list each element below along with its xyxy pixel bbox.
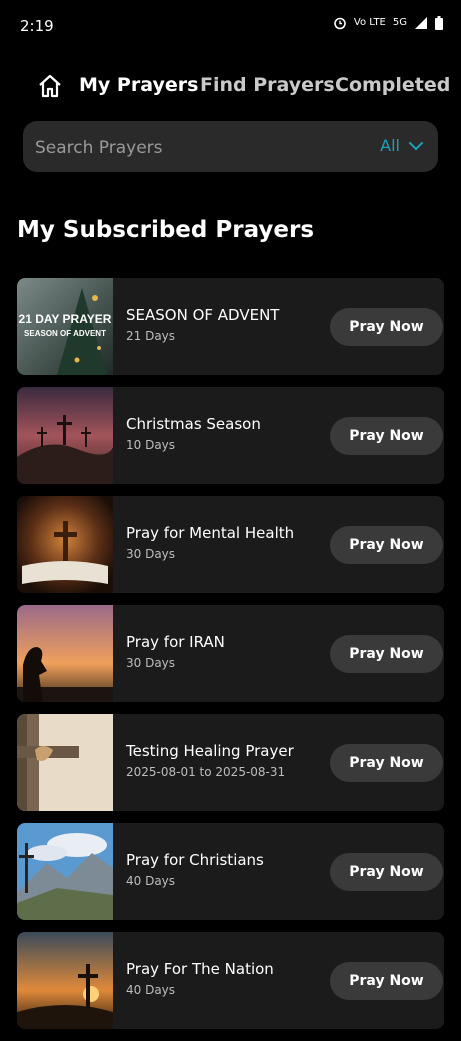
prayer-duration: 30 Days: [126, 547, 176, 561]
prayer-thumbnail: 21 DAY PRAYER SEASON OF ADVENT: [17, 278, 113, 375]
tab-completed[interactable]: Completed: [335, 74, 450, 96]
battery-icon: [435, 16, 443, 30]
tab-my-prayers[interactable]: My Prayers: [79, 74, 198, 96]
section-title: My Subscribed Prayers: [17, 217, 315, 243]
prayer-card[interactable]: Pray for IRAN 30 Days Pray Now: [17, 605, 444, 702]
chevron-down-icon: [409, 141, 423, 150]
pray-now-button[interactable]: Pray Now: [330, 962, 443, 1000]
thumb-subtitle-text: SEASON OF ADVENT: [24, 329, 106, 338]
prayer-title: Pray for Mental Health: [126, 524, 295, 542]
signal-icon: [415, 17, 427, 29]
thumb-title-text: 21 DAY PRAYER: [19, 312, 112, 326]
prayer-thumbnail: [17, 605, 113, 702]
network-label: Vo LTE: [353, 17, 386, 28]
prayer-thumbnail: [17, 714, 113, 811]
prayer-card[interactable]: Pray for Mental Health 30 Days Pray Now: [17, 496, 444, 593]
pray-now-button[interactable]: Pray Now: [330, 417, 443, 455]
prayer-thumbnail: [17, 387, 113, 484]
prayer-card[interactable]: 21 DAY PRAYER SEASON OF ADVENT SEASON OF…: [17, 278, 444, 375]
search-bar: All: [23, 121, 438, 174]
status-icons: Vo LTE 5G: [333, 16, 443, 30]
prayer-duration: 40 Days: [126, 874, 176, 888]
prayer-thumbnail: [17, 932, 113, 1029]
prayer-card[interactable]: Pray For The Nation 40 Days Pray Now: [17, 932, 444, 1029]
tab-find-prayers[interactable]: Find Prayers: [200, 74, 335, 96]
prayer-thumbnail: [17, 823, 113, 920]
prayer-title: Christmas Season: [126, 415, 261, 433]
pray-now-button[interactable]: Pray Now: [330, 308, 443, 346]
top-nav: My Prayers Find Prayers Completed: [0, 62, 461, 110]
prayer-card[interactable]: Pray for Christians 40 Days Pray Now: [17, 823, 444, 920]
home-icon[interactable]: [36, 72, 64, 100]
prayer-card[interactable]: Testing Healing Prayer 2025-08-01 to 202…: [17, 714, 444, 811]
pray-now-button[interactable]: Pray Now: [330, 744, 443, 782]
filter-dropdown[interactable]: All: [380, 136, 424, 155]
status-time: 2:19: [20, 17, 54, 35]
pray-now-button[interactable]: Pray Now: [330, 635, 443, 673]
pray-now-button[interactable]: Pray Now: [330, 853, 443, 891]
pray-now-button[interactable]: Pray Now: [330, 526, 443, 564]
prayer-title: Pray for IRAN: [126, 633, 225, 651]
prayer-thumbnail: [17, 496, 113, 593]
prayer-title: Pray for Christians: [126, 851, 264, 869]
prayer-duration: 2025-08-01 to 2025-08-31: [126, 765, 286, 779]
prayer-card[interactable]: Christmas Season 10 Days Pray Now: [17, 387, 444, 484]
prayer-title: Testing Healing Prayer: [126, 742, 294, 760]
prayer-duration: 21 Days: [126, 329, 176, 343]
prayer-title: SEASON OF ADVENT: [126, 306, 280, 324]
filter-label: All: [380, 136, 400, 155]
prayer-duration: 30 Days: [126, 656, 176, 670]
alarm-icon: [334, 17, 346, 30]
prayer-duration: 10 Days: [126, 438, 176, 452]
prayer-title: Pray For The Nation: [126, 960, 274, 978]
status-bar: 2:19 Vo LTE 5G: [0, 0, 461, 52]
prayer-list: 21 DAY PRAYER SEASON OF ADVENT SEASON OF…: [17, 278, 444, 1041]
generation-label: 5G: [392, 17, 407, 28]
search-input[interactable]: [33, 121, 337, 174]
prayer-duration: 40 Days: [126, 983, 176, 997]
